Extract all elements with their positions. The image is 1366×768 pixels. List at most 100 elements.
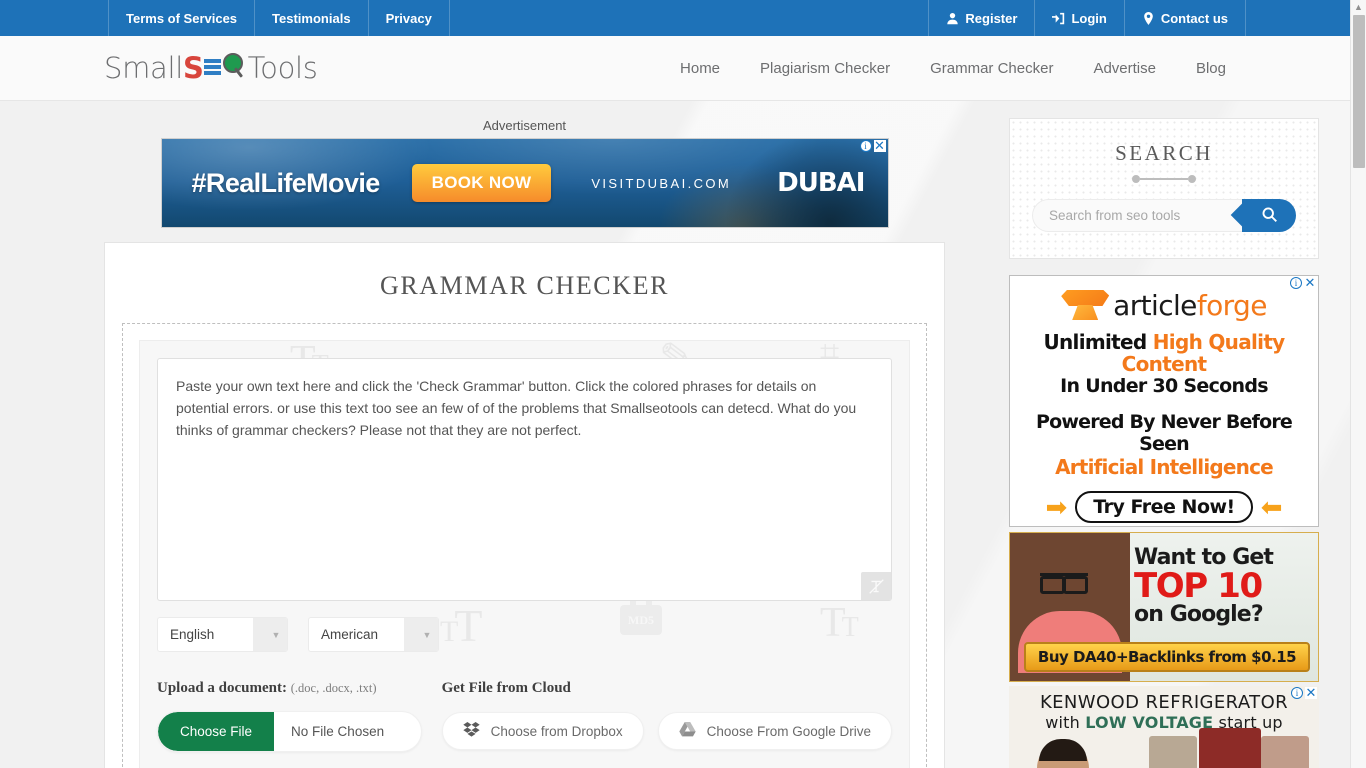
search-button[interactable] (1242, 199, 1296, 232)
contact-label: Contact us (1161, 11, 1228, 26)
site-logo[interactable]: Small S Tools (104, 51, 318, 85)
dropbox-icon (463, 722, 480, 740)
file-input-group[interactable]: Choose File No File Chosen (157, 711, 422, 752)
search-input[interactable] (1032, 199, 1242, 232)
top-banner-ad[interactable]: #RealLifeMovie BOOK NOW VISITDUBAI.COM D… (161, 138, 889, 228)
choose-file-button[interactable]: Choose File (158, 712, 274, 751)
main-navigation: Home Plagiarism Checker Grammar Checker … (660, 60, 1246, 77)
sidebar-ad-articleforge[interactable]: articleforge Unlimited High Quality Cont… (1009, 275, 1319, 527)
upload-document-section: Upload a document: (.doc, .docx, .txt) C… (157, 680, 422, 752)
topbar-right-links: Register Login Contact us (928, 0, 1246, 36)
articleforge-ad-content: articleforge Unlimited High Quality Cont… (1010, 276, 1318, 526)
title-divider (1032, 175, 1296, 183)
search-field-group (1032, 199, 1296, 232)
topbar-link-testimonials[interactable]: Testimonials (255, 0, 369, 36)
search-widget-title: SEARCH (1032, 141, 1296, 166)
page-wrapper: Advertisement #RealLifeMovie BOOK NOW VI… (0, 101, 1366, 768)
cloud-title: Get File from Cloud (442, 680, 892, 697)
try-free-now-button[interactable]: Try Free Now! (1075, 491, 1252, 523)
logo-text-small: Small (104, 51, 183, 85)
articleforge-line1: Unlimited High Quality Content (1016, 332, 1312, 375)
sidebar-ad-top10google[interactable]: Want to Get TOP 10 on Google? Buy DA40+B… (1009, 532, 1319, 682)
cloud-buttons-row: Choose from Dropbox Choose From Google D… (442, 712, 892, 750)
clear-formatting-icon[interactable] (861, 572, 891, 600)
top10-text-block: Want to Get TOP 10 on Google? (1134, 545, 1312, 627)
ad-controls: i ✕ (1291, 687, 1317, 699)
variant-select[interactable]: American ▼ (308, 617, 439, 652)
arrow-right-icon: ➡ (1045, 494, 1067, 520)
scroll-up-arrow-icon[interactable]: ▲ (1351, 0, 1366, 14)
top-utility-bar: Terms of Services Testimonials Privacy R… (0, 0, 1366, 36)
logo-magnifier-icon (222, 54, 247, 78)
kenwood-line2-prefix: with (1045, 713, 1085, 732)
search-widget: SEARCH (1009, 118, 1319, 259)
close-icon[interactable]: ✕ (1305, 687, 1317, 699)
articleforge-cta-row: ➡ Try Free Now! ⬅ (1016, 491, 1312, 523)
top10-cta-button[interactable]: Buy DA40+Backlinks from $0.15 (1024, 642, 1310, 672)
man-photo (1037, 742, 1089, 768)
language-options-row: English ▼ American ▼ (157, 617, 892, 652)
nav-item-grammar-checker[interactable]: Grammar Checker (910, 60, 1073, 77)
info-icon[interactable]: i (860, 140, 872, 152)
banner-hashtag: #RealLifeMovie (192, 168, 380, 199)
grammar-checker-card: GRAMMAR CHECKER TT ✎ ⌗ TT MD5 TT (104, 242, 945, 768)
grammar-text-input[interactable] (157, 358, 892, 601)
dropbox-label: Choose from Dropbox (491, 724, 623, 739)
topbar-link-label: Testimonials (272, 11, 351, 26)
info-icon[interactable]: i (1290, 277, 1302, 289)
articleforge-line2: In Under 30 Seconds (1016, 375, 1312, 397)
upload-row: Upload a document: (.doc, .docx, .txt) C… (157, 680, 892, 752)
nav-item-home[interactable]: Home (660, 60, 740, 77)
brand-part-article: article (1113, 289, 1197, 322)
tool-dashed-container: TT ✎ ⌗ TT MD5 TT (122, 323, 927, 768)
register-label: Register (965, 11, 1017, 26)
search-icon (1261, 206, 1278, 226)
topbar-link-privacy[interactable]: Privacy (369, 0, 450, 36)
kenwood-line2: with LOW VOLTAGE start up (1009, 713, 1319, 732)
contact-link[interactable]: Contact us (1125, 0, 1246, 36)
banner-brand: DUBAI (777, 168, 864, 198)
banner-url: VISITDUBAI.COM (591, 176, 731, 191)
site-header: Small S Tools Home Plagiarism Checker Gr… (0, 36, 1366, 101)
logo-text-tools: Tools (248, 51, 318, 85)
kenwood-ad-content: KENWOOD REFRIGERATOR with LOW VOLTAGE st… (1009, 686, 1319, 768)
choose-from-google-drive-button[interactable]: Choose From Google Drive (658, 712, 892, 750)
brand-part-forge: forge (1197, 289, 1267, 322)
nav-item-blog[interactable]: Blog (1176, 60, 1246, 77)
chevron-down-icon: ▼ (404, 618, 438, 651)
arrow-left-icon: ⬅ (1261, 494, 1283, 520)
sidebar: SEARCH (1009, 101, 1319, 768)
page-scrollbar[interactable]: ▲ (1350, 0, 1366, 768)
language-select[interactable]: English ▼ (157, 617, 288, 652)
top10-line3: on Google? (1134, 602, 1312, 627)
articleforge-brand: articleforge (1016, 288, 1312, 322)
fridge-beige (1149, 736, 1197, 768)
user-icon (946, 12, 959, 25)
nav-item-plagiarism-checker[interactable]: Plagiarism Checker (740, 60, 910, 77)
logo-text-s: S (183, 51, 204, 85)
register-link[interactable]: Register (928, 0, 1035, 36)
banner-book-now-button[interactable]: BOOK NOW (412, 164, 552, 202)
topbar-link-label: Privacy (386, 11, 432, 26)
ad-controls: i ✕ (860, 140, 886, 152)
articleforge-brand-text: articleforge (1113, 289, 1267, 322)
login-link[interactable]: Login (1035, 0, 1124, 36)
close-icon[interactable]: ✕ (874, 140, 886, 152)
google-drive-label: Choose From Google Drive (707, 724, 871, 739)
cloud-file-section: Get File from Cloud Choose from Dropbox (442, 680, 892, 752)
upload-title-label: Upload a document: (157, 680, 287, 696)
sidebar-ad-kenwood[interactable]: KENWOOD REFRIGERATOR with LOW VOLTAGE st… (1009, 686, 1319, 768)
info-icon[interactable]: i (1291, 687, 1303, 699)
close-icon[interactable]: ✕ (1304, 277, 1316, 289)
choose-from-dropbox-button[interactable]: Choose from Dropbox (442, 712, 644, 750)
topbar-link-terms[interactable]: Terms of Services (108, 0, 255, 36)
variant-select-value: American (309, 627, 378, 642)
nav-item-advertise[interactable]: Advertise (1073, 60, 1176, 77)
top10-line2: TOP 10 (1134, 570, 1312, 602)
upload-extensions: (.doc, .docx, .txt) (291, 681, 377, 695)
upload-title: Upload a document: (.doc, .docx, .txt) (157, 680, 422, 697)
glasses-icon (1040, 573, 1088, 585)
scrollbar-thumb[interactable] (1353, 15, 1365, 168)
logo-text-e (204, 58, 221, 78)
anvil-icon (1061, 288, 1109, 322)
